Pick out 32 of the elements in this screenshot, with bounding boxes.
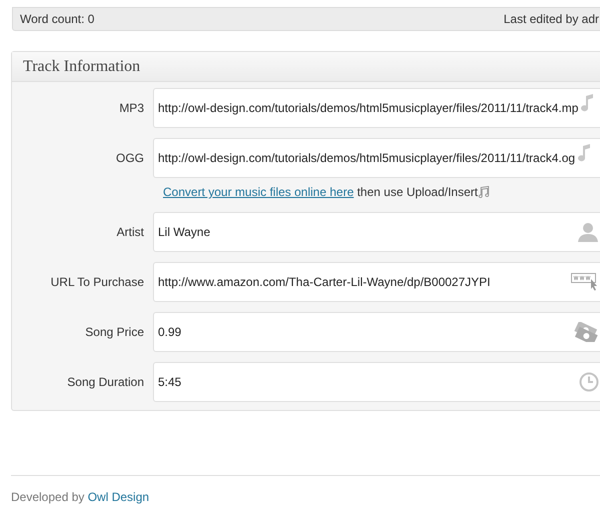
field-value: Lil Wayne (158, 224, 210, 241)
clock-icon (579, 372, 599, 392)
web-cursor-icon (571, 273, 599, 291)
text-field[interactable]: 0.99 (153, 312, 600, 352)
text-field[interactable]: http://owl-design.com/tutorials/demos/html5musicplayer/files/2011/11/track4.mp (153, 88, 600, 128)
field-label: MP3 (118, 100, 145, 117)
field-label: OGG (114, 150, 145, 167)
person-icon (577, 221, 599, 243)
field-value: 5:45 (158, 374, 182, 391)
field-value: http://owl-design.com/tutorials/demos/html5musicplayer/files/2011/11/track4.og (158, 150, 576, 167)
field-label: URL To Purchase (50, 274, 145, 291)
word-count: Word count: 0 (20, 11, 94, 28)
text-field[interactable]: Lil Wayne (153, 212, 600, 252)
developer-link[interactable]: Owl Design (88, 490, 150, 504)
field-value: http://www.amazon.com/Tha-Carter-Lil-Wayne/dp/B00027JYPI (158, 274, 490, 291)
field-label: Song Price (84, 324, 145, 341)
music-note-icon (478, 186, 490, 198)
panel-title: Track Information (23, 56, 140, 76)
field-value: http://owl-design.com/tutorials/demos/html5musicplayer/files/2011/11/track4.mp (158, 100, 578, 117)
footer-credit: Developed by Owl Design (11, 490, 150, 504)
field-label: Artist (116, 224, 145, 241)
help-text: Convert your music files online here then use Upload/Insert (163, 184, 478, 201)
field-value: 0.99 (158, 324, 182, 341)
text-field[interactable]: 5:45 (153, 362, 600, 402)
text-field[interactable]: http://www.amazon.com/Tha-Carter-Lil-Wayne/dp/B00027JYPI (153, 262, 600, 302)
banknotes-icon (573, 322, 599, 342)
convert-link[interactable]: Convert your music files online here (163, 185, 354, 199)
last-edited-text: Last edited by adr (504, 11, 599, 28)
field-label: Song Duration (66, 374, 145, 391)
text-field[interactable]: http://owl-design.com/tutorials/demos/html5musicplayer/files/2011/11/track4.og (153, 138, 600, 178)
music-note-icon (581, 94, 596, 112)
music-note-icon (578, 144, 592, 162)
